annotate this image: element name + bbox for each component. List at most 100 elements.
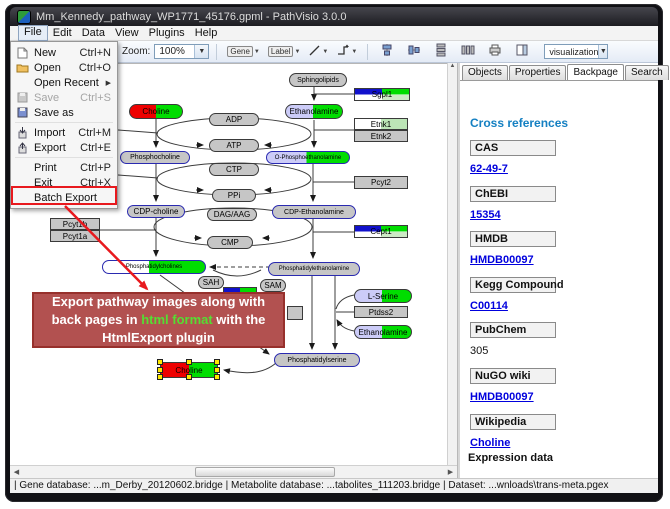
crossref-link[interactable]: Choline xyxy=(470,437,510,449)
pathway-node-ptdss2[interactable]: Ptdss2 xyxy=(354,306,408,318)
pathway-node-sgpl1[interactable]: Sgpl1 xyxy=(354,88,410,101)
label-tool-button[interactable]: Label▼ xyxy=(265,42,304,61)
chevron-down-icon[interactable]: ▼ xyxy=(598,45,607,58)
pathway-node-pcyt2[interactable]: Pcyt2 xyxy=(354,176,408,189)
pathway-node-o-phosphoethanolamine[interactable]: O-Phosphoethanolamine xyxy=(266,151,350,164)
tab-search[interactable]: Search xyxy=(625,65,669,80)
chevron-down-icon[interactable]: ▼ xyxy=(294,49,300,55)
pathway-node-pcyt1b[interactable]: Pcyt1b xyxy=(50,218,100,230)
crossref-link[interactable]: 15354 xyxy=(470,209,501,221)
pathvisio-window: Mm_Kennedy_pathway_WP1771_45176.gpml - P… xyxy=(0,0,670,509)
annotation-callout: Export pathway images along with back pa… xyxy=(32,292,285,348)
visualization-combobox[interactable]: visualization ▼ xyxy=(544,44,608,59)
align-center-y-button[interactable] xyxy=(402,42,426,61)
chevron-down-icon[interactable]: ▼ xyxy=(322,49,328,55)
selection-handle[interactable] xyxy=(214,374,220,380)
crossref-link[interactable]: 62-49-7 xyxy=(470,163,508,175)
pathway-node-gene-fragment[interactable] xyxy=(287,306,303,320)
tab-backpage[interactable]: Backpage xyxy=(567,64,623,81)
pathway-node-ethanolamine-bottom[interactable]: Ethanolamine xyxy=(354,325,412,339)
chevron-down-icon[interactable]: ▼ xyxy=(254,49,260,55)
tab-objects[interactable]: Objects xyxy=(462,65,508,80)
selection-handle[interactable] xyxy=(157,367,163,373)
align-center-x-button[interactable] xyxy=(375,42,399,61)
selection-handle[interactable] xyxy=(157,359,163,365)
file-menu-item-import[interactable]: ImportCtrl+M xyxy=(11,125,117,140)
selection-handle[interactable] xyxy=(157,374,163,380)
crossref-section-cas: CAS62-49-7 xyxy=(470,140,650,175)
chevron-down-icon[interactable]: ▼ xyxy=(194,45,208,58)
canvas-vertical-scrollbar[interactable]: ▲ xyxy=(447,63,457,465)
pathway-node-pcyt1a[interactable]: Pcyt1a xyxy=(50,230,100,242)
pathway-node-cdp-choline[interactable]: CDP-choline xyxy=(127,205,185,218)
sidebar-toggle-icon xyxy=(515,43,529,60)
callout-highlight: html format xyxy=(141,312,213,327)
node-label: Phosphatidylserine xyxy=(287,357,346,364)
scroll-left-icon[interactable]: ◀ xyxy=(10,467,23,478)
pathway-node-l-serine[interactable]: L-Serine xyxy=(354,289,412,303)
crossref-link[interactable]: HMDB00097 xyxy=(470,391,534,403)
crossref-section-hmdb: HMDBHMDB00097 xyxy=(470,231,650,266)
selection-handle[interactable] xyxy=(186,359,192,365)
pathway-node-phosphocholine[interactable]: Phosphocholine xyxy=(120,151,190,164)
file-menu-item-open[interactable]: OpenCtrl+O xyxy=(11,60,117,75)
pathway-node-choline-top[interactable]: Choline xyxy=(129,104,183,119)
pathway-node-sah[interactable]: SAH xyxy=(198,276,224,289)
pathway-node-adp[interactable]: ADP xyxy=(209,113,259,126)
chevron-down-icon[interactable]: ▼ xyxy=(351,49,357,55)
sidebar-tab-bar: ObjectsPropertiesBackpageSearchLegend xyxy=(462,64,670,80)
pathway-node-ppi[interactable]: PPi xyxy=(212,189,256,202)
menu-help[interactable]: Help xyxy=(190,26,223,40)
pathway-node-dag-aag[interactable]: DAG/AAG xyxy=(207,208,257,221)
file-menu-item-open-recent[interactable]: Open Recent▶ xyxy=(11,75,117,90)
menu-edit[interactable]: Edit xyxy=(48,26,77,40)
crossref-database-name: Kegg Compound xyxy=(470,277,556,293)
sidebar-toggle-button[interactable] xyxy=(510,42,534,61)
scroll-right-icon[interactable]: ▶ xyxy=(444,467,457,478)
pathway-node-phosphatidylserine[interactable]: Phosphatidylserine xyxy=(274,353,360,367)
file-menu-item-new[interactable]: NewCtrl+N xyxy=(11,45,117,60)
pathway-node-cdp-ethanolamine[interactable]: CDP-Ethanolamine xyxy=(272,205,356,219)
node-label: O-Phosphoethanolamine xyxy=(275,155,341,161)
pathway-node-sam[interactable]: SAM xyxy=(260,279,286,292)
menu-plugins[interactable]: Plugins xyxy=(144,26,190,40)
menu-data[interactable]: Data xyxy=(77,26,110,40)
stack-horizontal-button[interactable] xyxy=(456,42,480,61)
pathway-node-ctp[interactable]: CTP xyxy=(209,163,259,176)
pathway-node-ethanolamine-top[interactable]: Ethanolamine xyxy=(285,104,343,119)
file-menu-item-save-as[interactable]: Save as xyxy=(11,105,117,120)
gene-tool-button[interactable]: Gene▼ xyxy=(224,42,263,61)
zoom-combobox[interactable]: 100% ▼ xyxy=(154,44,209,59)
line-tool-button[interactable]: ▼ xyxy=(305,42,331,61)
pathway-node-cmp[interactable]: CMP xyxy=(207,236,253,249)
connector-tool-button[interactable]: ▼ xyxy=(333,42,360,61)
scrollbar-thumb[interactable] xyxy=(195,467,335,477)
pathway-node-etnk1[interactable]: Etnk1 xyxy=(354,118,408,130)
node-label: Etnk1 xyxy=(371,120,391,129)
pathway-node-phosphatidylcholines[interactable]: Phosphatidylcholines xyxy=(102,260,206,274)
canvas-horizontal-scrollbar[interactable]: ◀ ▶ xyxy=(10,465,457,478)
pathway-node-phosphatidylethanolamine[interactable]: Phosphatidylethanolamine xyxy=(268,262,360,276)
tab-properties[interactable]: Properties xyxy=(509,65,567,80)
title-bar[interactable]: Mm_Kennedy_pathway_WP1771_45176.gpml - P… xyxy=(10,7,658,26)
node-label: CMP xyxy=(221,238,239,247)
pathway-node-etnk2[interactable]: Etnk2 xyxy=(354,130,408,142)
node-label: PPi xyxy=(228,191,240,200)
menu-file[interactable]: File xyxy=(18,25,48,41)
selection-handle[interactable] xyxy=(214,367,220,373)
stack-vertical-button[interactable] xyxy=(429,42,453,61)
pathway-node-atp[interactable]: ATP xyxy=(209,139,259,152)
pathway-node-cept1[interactable]: Cept1 xyxy=(354,225,408,238)
file-menu-item-export[interactable]: ExportCtrl+E xyxy=(11,140,117,155)
menu-view[interactable]: View xyxy=(110,26,144,40)
pathway-node-sphingolipids[interactable]: Sphingolipids xyxy=(289,73,347,87)
file-menu-item-print[interactable]: PrintCtrl+P xyxy=(11,160,117,175)
printer-button[interactable] xyxy=(483,42,507,61)
node-label: SAH xyxy=(203,278,219,287)
crossref-section-nugo-wiki: NuGO wikiHMDB00097 xyxy=(470,368,650,403)
selection-handle[interactable] xyxy=(214,359,220,365)
crossref-link[interactable]: C00114 xyxy=(470,300,508,312)
window-title: Mm_Kennedy_pathway_WP1771_45176.gpml - P… xyxy=(36,11,346,23)
selection-handle[interactable] xyxy=(186,374,192,380)
crossref-link[interactable]: HMDB00097 xyxy=(470,254,534,266)
